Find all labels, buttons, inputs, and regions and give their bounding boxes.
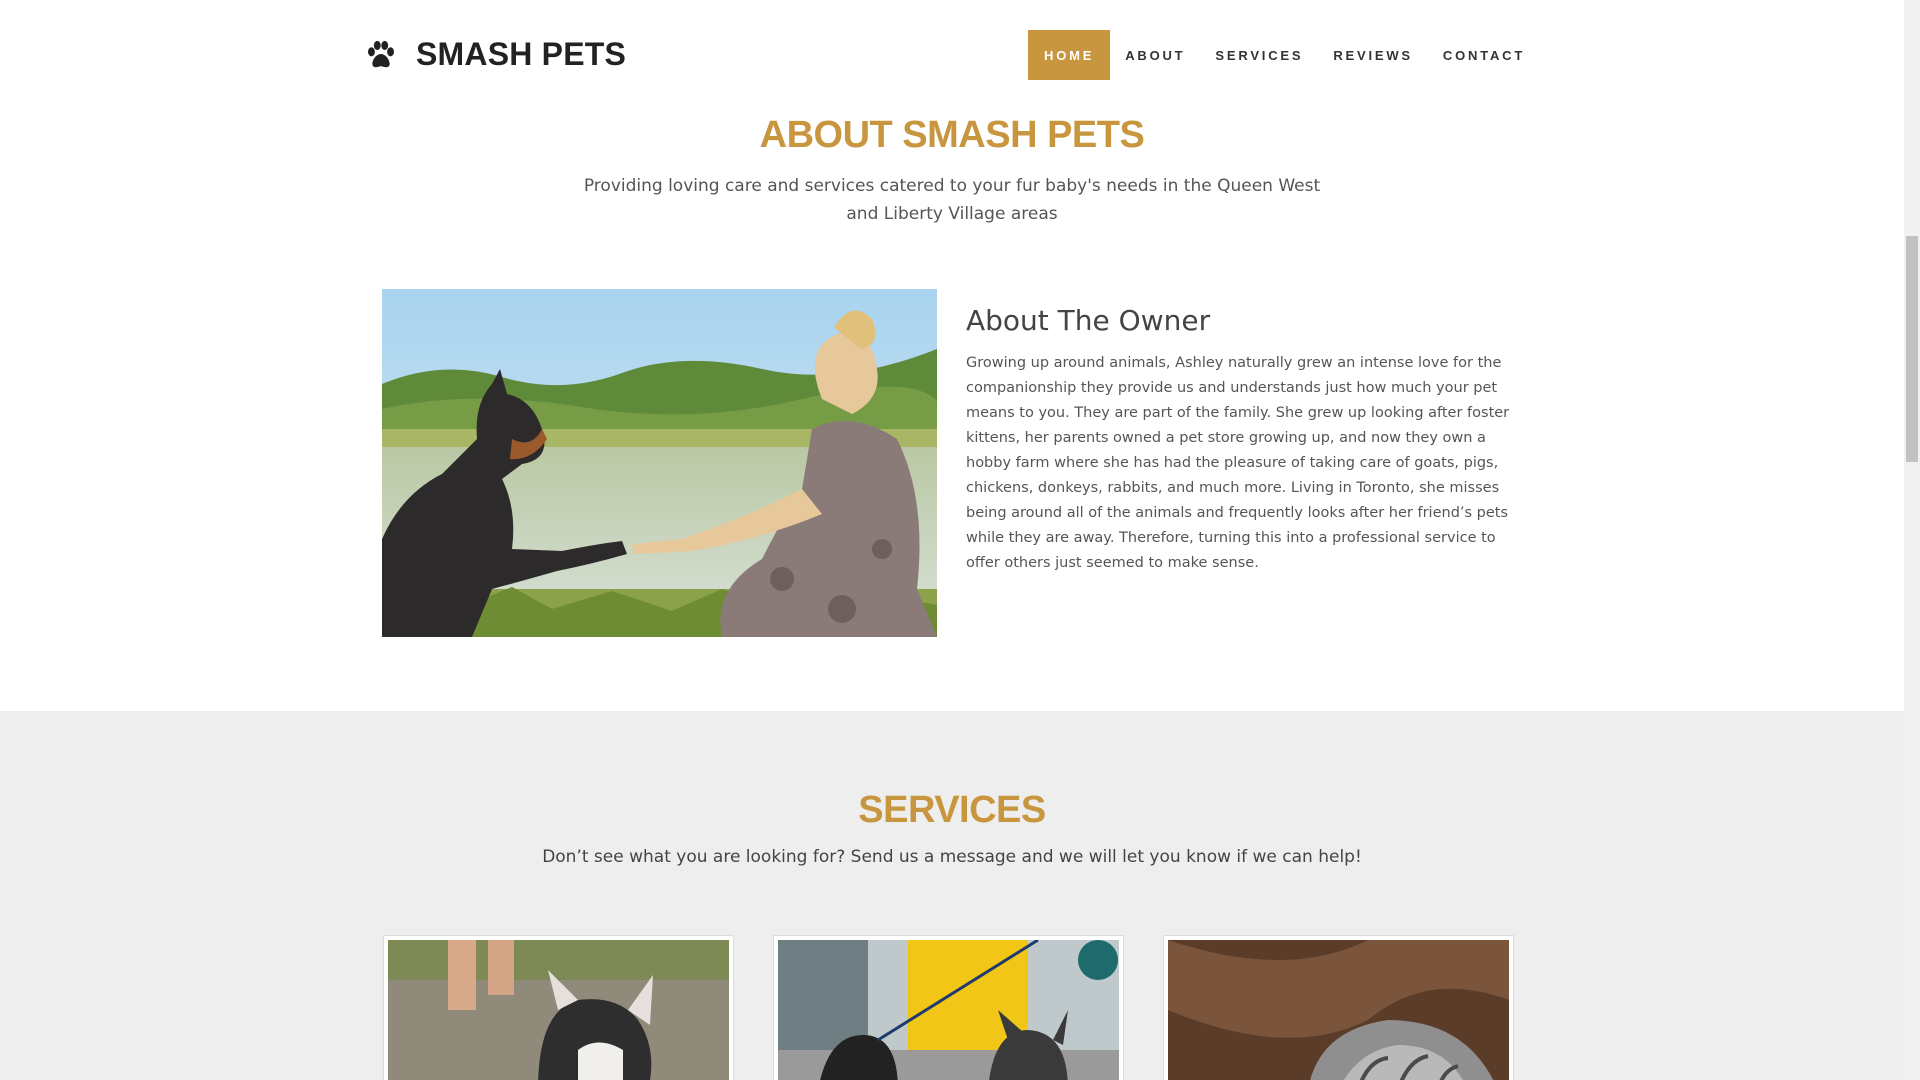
paw-icon xyxy=(367,40,395,67)
owner-with-doberman-photo xyxy=(382,289,937,637)
cat-sleeping-photo xyxy=(1168,940,1509,1080)
services-subtitle: Don’t see what you are looking for? Send… xyxy=(542,847,1362,867)
dogs-on-leash-photo xyxy=(778,940,1119,1080)
dog-walking-photo xyxy=(388,940,729,1080)
scrollbar[interactable] xyxy=(1904,0,1920,1080)
nav-contact[interactable]: CONTACT xyxy=(1428,30,1540,80)
nav-about[interactable]: ABOUT xyxy=(1110,30,1200,80)
about-subtitle: Providing loving care and services cater… xyxy=(583,176,1321,224)
services-section: SERVICES Don’t see what you are looking … xyxy=(0,711,1904,1080)
about-title: ABOUT SMASH PETS xyxy=(759,114,1145,156)
brand-name: SMASH PETS xyxy=(416,36,627,72)
services-title: SERVICES xyxy=(858,789,1046,831)
main-nav: HOME ABOUT SERVICES REVIEWS CONTACT xyxy=(1028,30,1540,80)
service-card-3[interactable] xyxy=(1163,935,1514,1080)
nav-services[interactable]: SERVICES xyxy=(1200,30,1318,80)
owner-title: About The Owner xyxy=(966,304,1211,337)
scrollbar-thumb[interactable] xyxy=(1906,236,1918,462)
site-header: SMASH PETS HOME ABOUT SERVICES REVIEWS C… xyxy=(0,0,1904,110)
service-card-2[interactable] xyxy=(773,935,1124,1080)
service-card-1[interactable] xyxy=(383,935,734,1080)
nav-reviews[interactable]: REVIEWS xyxy=(1318,30,1428,80)
page: SMASH PETS HOME ABOUT SERVICES REVIEWS C… xyxy=(0,0,1920,1080)
nav-home[interactable]: HOME xyxy=(1028,30,1111,80)
owner-bio: Growing up around animals, Ashley natura… xyxy=(966,355,1510,571)
brand-logo[interactable]: SMASH PETS xyxy=(364,36,626,73)
